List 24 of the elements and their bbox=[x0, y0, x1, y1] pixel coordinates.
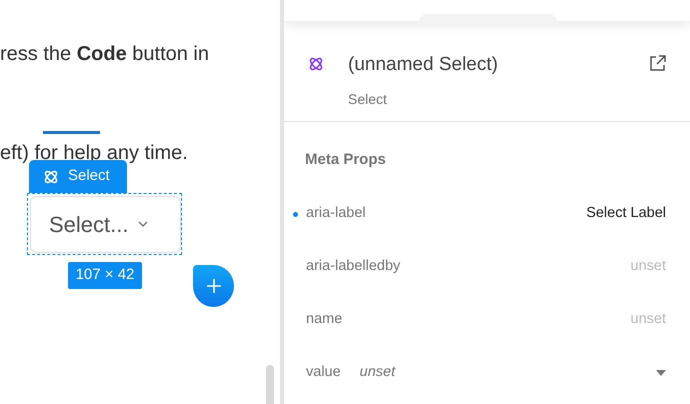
cursor-line bbox=[43, 131, 100, 134]
prop-label: aria-labelledby bbox=[306, 257, 400, 276]
component-title: (unnamed Select) bbox=[348, 53, 499, 77]
dropdown-caret-icon[interactable] bbox=[656, 370, 666, 376]
paragraph-text: ress the Code button in bbox=[0, 42, 209, 66]
external-link-icon[interactable] bbox=[649, 55, 666, 72]
atom-icon bbox=[43, 168, 59, 184]
add-button[interactable] bbox=[193, 265, 234, 307]
select-field[interactable]: Select... bbox=[30, 196, 181, 253]
prop-value[interactable]: unset bbox=[360, 362, 656, 384]
prop-label: name bbox=[306, 310, 342, 330]
prop-value[interactable]: Select Label bbox=[586, 203, 666, 225]
component-type: Select bbox=[348, 90, 388, 108]
prop-label: value bbox=[306, 363, 341, 382]
chevron-icon bbox=[138, 221, 148, 228]
prop-label: aria-label bbox=[306, 204, 366, 224]
tag-label: Select bbox=[68, 166, 110, 186]
size-label: 107 × 42 bbox=[68, 262, 142, 289]
section-heading: Meta Props bbox=[304, 150, 387, 170]
atom-icon bbox=[308, 56, 324, 72]
select-placeholder: Select... bbox=[49, 211, 128, 239]
scrollbar-thumb[interactable] bbox=[266, 365, 274, 404]
component-tag[interactable]: Select bbox=[29, 160, 127, 193]
plus-icon bbox=[206, 279, 220, 293]
